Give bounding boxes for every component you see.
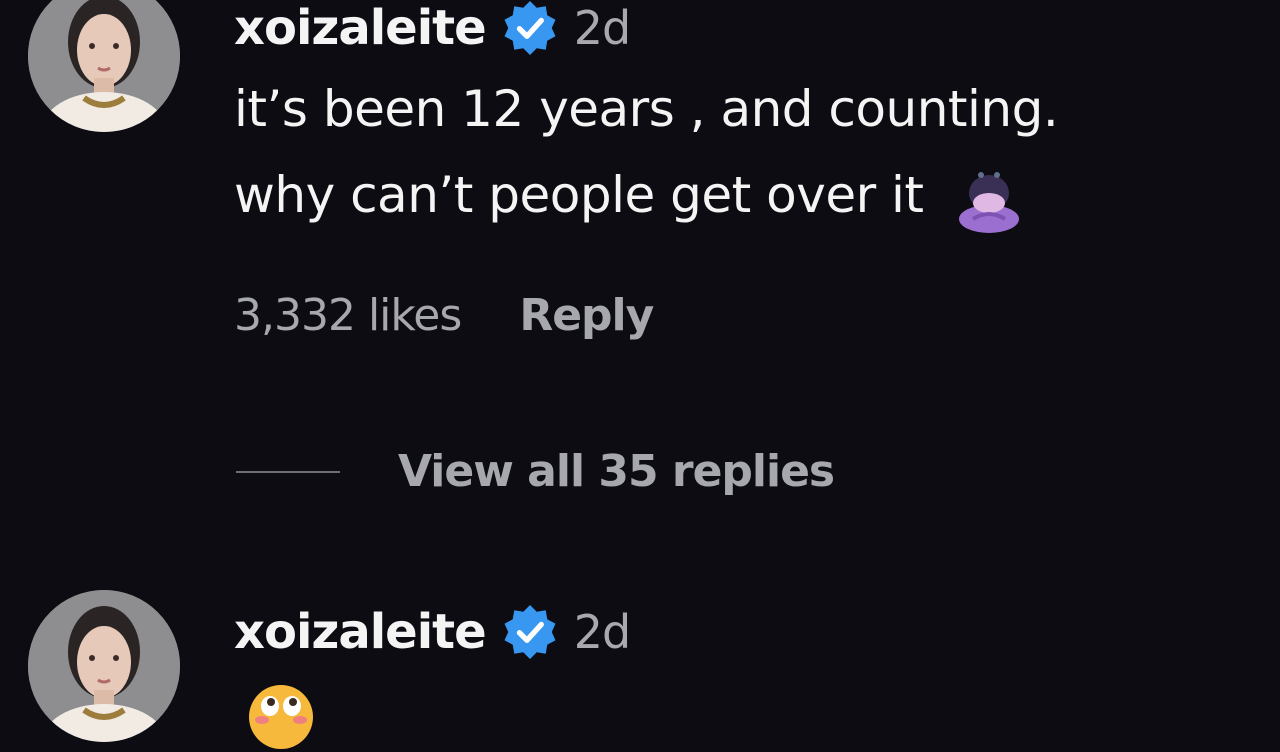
username[interactable]: xoizaleite bbox=[234, 0, 487, 56]
reply-button[interactable]: Reply bbox=[519, 290, 654, 341]
timestamp: 2d bbox=[573, 605, 631, 659]
comment-text-line-1: it’s been 12 years , and counting. bbox=[234, 80, 1059, 138]
comment-header: xoizaleite 2d bbox=[234, 0, 631, 56]
user-avatar-icon bbox=[28, 0, 180, 132]
comment-text-line-2: why can’t people get over it bbox=[234, 152, 1058, 238]
view-replies-button[interactable]: View all 35 replies bbox=[398, 446, 835, 497]
comment-text-line-2-text: why can’t people get over it bbox=[234, 166, 924, 224]
user-avatar-icon bbox=[28, 590, 180, 742]
verified-badge-icon bbox=[504, 605, 556, 659]
likes-count[interactable]: 3,332 likes bbox=[234, 290, 462, 341]
comment-meta: 3,332 likes Reply bbox=[234, 290, 654, 341]
woman-bowing-emoji-icon bbox=[958, 171, 1019, 233]
face-emoji-icon bbox=[249, 685, 313, 749]
comment-header: xoizaleite 2d bbox=[234, 604, 631, 660]
username[interactable]: xoizaleite bbox=[234, 604, 487, 660]
timestamp: 2d bbox=[573, 1, 631, 55]
comment-text: it’s been 12 years , and counting. why c… bbox=[234, 66, 1059, 238]
verified-badge-icon bbox=[504, 1, 556, 55]
view-replies[interactable]: View all 35 replies bbox=[236, 446, 835, 497]
view-replies-line bbox=[236, 470, 340, 473]
avatar[interactable] bbox=[28, 0, 180, 132]
avatar[interactable] bbox=[28, 590, 180, 742]
